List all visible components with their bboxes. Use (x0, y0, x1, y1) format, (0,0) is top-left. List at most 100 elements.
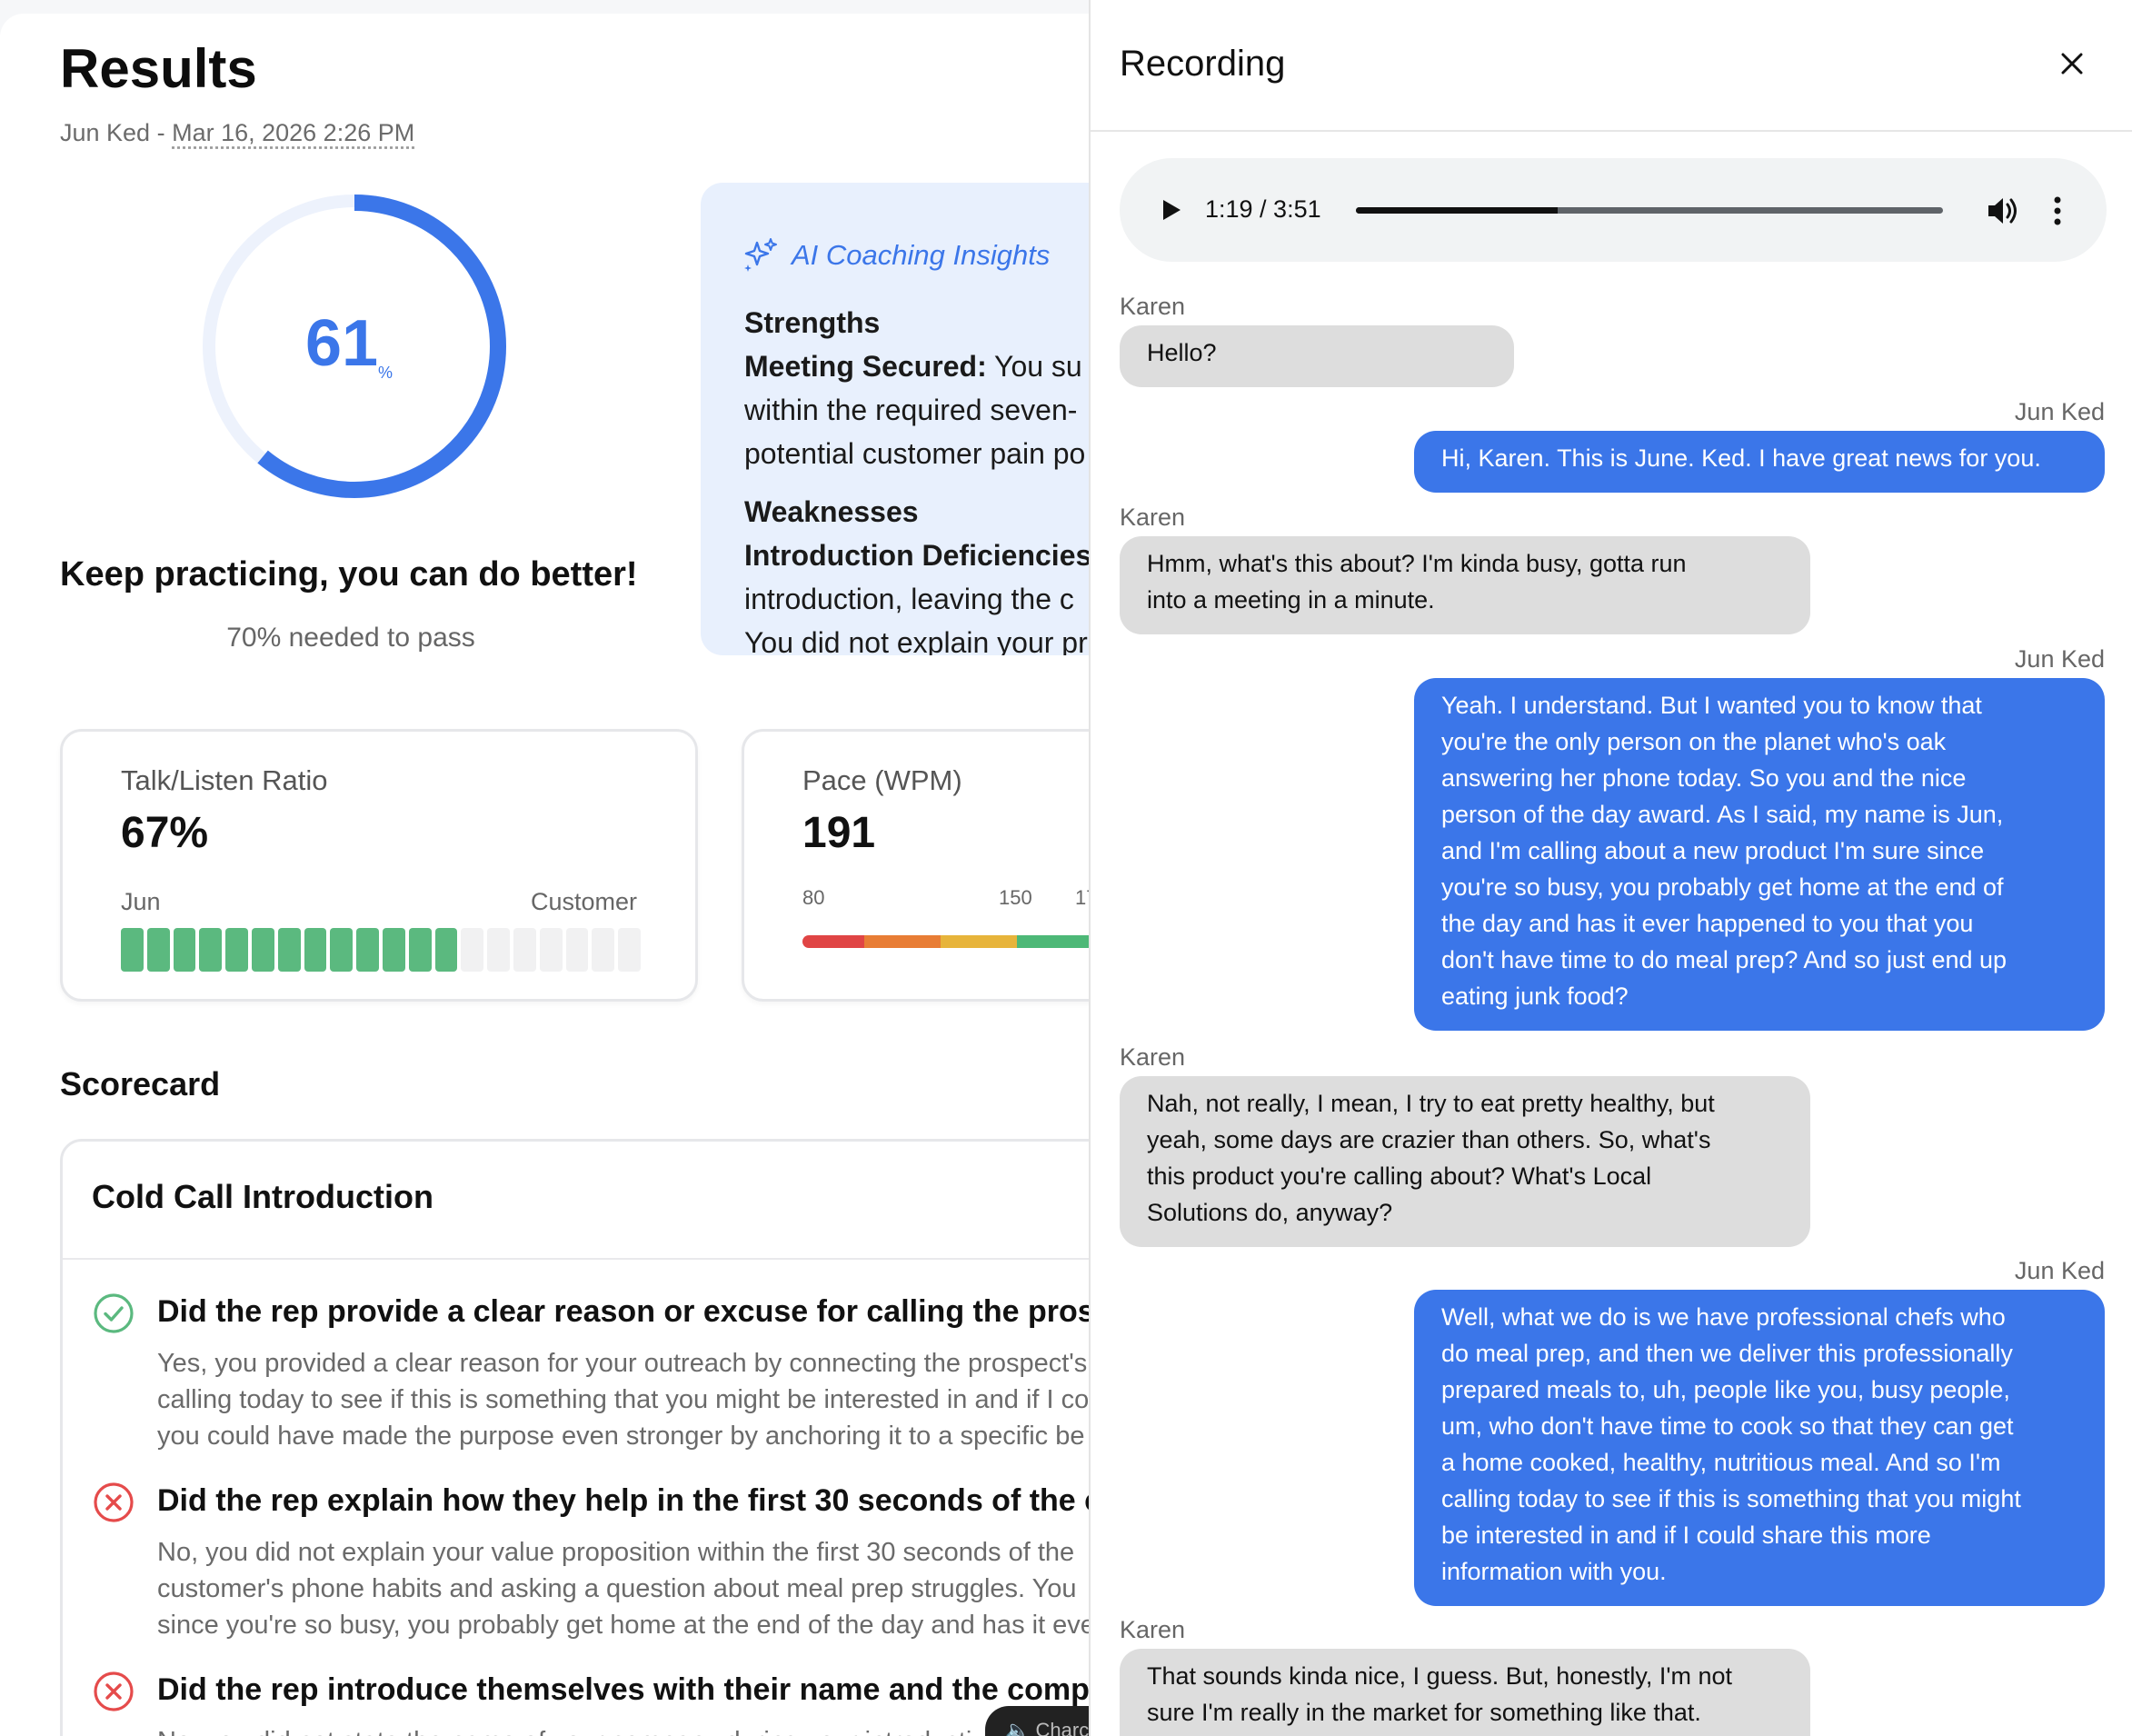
ratio-rep-label: Jun (121, 888, 161, 915)
speaker-label: Jun Ked (2014, 1257, 2105, 1284)
x-circle-icon (94, 1482, 134, 1522)
transcript-message-rep: Yeah. I understand. But I wanted you to … (1414, 678, 2105, 1031)
scorecard-section-title: Cold Call Introduction (92, 1178, 433, 1215)
talk-listen-card: Talk/Listen Ratio 67% Jun Customer (60, 729, 698, 1002)
talk-segment-filled (173, 928, 196, 972)
talk-segment-filled (277, 928, 301, 972)
audio-progress-slider[interactable] (1356, 207, 1943, 214)
results-panel: Results Jun Ked - Mar 16, 2026 2:26 PM 6… (0, 14, 1091, 1736)
speaker-label: Karen (1120, 1616, 1186, 1643)
transcript-message-customer: That sounds kinda nice, I guess. But, ho… (1120, 1649, 1810, 1736)
weakness-item: Introduction Deficiencies (744, 539, 1091, 572)
question-feedback: No, you did not state the name of your c… (157, 1723, 1091, 1736)
transcript-message-customer: Hello? (1120, 325, 1514, 387)
transcript-message-customer: Hmm, what's this about? I'm kinda busy, … (1120, 536, 1810, 634)
talk-segment-empty (461, 928, 484, 972)
strength-line: potential customer pain po (744, 437, 1086, 470)
pace-tick: 80 (802, 886, 825, 909)
talk-segment-filled (408, 928, 432, 972)
results-subtitle: Jun Ked - Mar 16, 2026 2:26 PM (60, 119, 414, 147)
subtitle-separator: - (150, 119, 173, 146)
talk-segment-empty (618, 928, 641, 972)
pace-tick: 150 (999, 886, 1032, 909)
pace-value: 191 (802, 809, 876, 857)
strength-item: Meeting Secured: You su (744, 350, 1082, 383)
talk-segment-empty (539, 928, 563, 972)
audio-progress-fill (1356, 207, 1558, 214)
pace-card: Pace (WPM) 191 80 150 17 (742, 729, 1091, 1002)
talk-segment-filled (434, 928, 458, 972)
volume-icon[interactable] (1983, 191, 2023, 231)
talk-listen-bar (121, 928, 641, 972)
question-title: Did the rep introduce themselves with th… (157, 1672, 1091, 1707)
scorecard-card: Cold Call Introduction Did the rep provi… (60, 1139, 1091, 1736)
talk-segment-filled (304, 928, 327, 972)
chat-pill-label: Charc (1035, 1719, 1090, 1736)
speaker-icon: 🔈 (1005, 1719, 1031, 1736)
transcript-message-rep: Well, what we do is we have professional… (1414, 1290, 2105, 1606)
ai-coaching-insights-card: AI Coaching Insights Strengths Meeting S… (701, 183, 1091, 655)
talk-listen-label: Talk/Listen Ratio (121, 764, 328, 796)
speaker-label: Jun Ked (2014, 645, 2105, 673)
question-title: Did the rep provide a clear reason or ex… (157, 1294, 1091, 1329)
speaker-label: Karen (1120, 293, 1186, 320)
ratio-customer-label: Customer (530, 888, 637, 915)
ai-insights-body: Strengths Meeting Secured: You su within… (744, 301, 1091, 655)
page-title: Results (60, 38, 257, 99)
ai-insights-title: AI Coaching Insights (792, 239, 1051, 271)
more-options-icon[interactable] (2048, 191, 2067, 231)
speaker-label: Karen (1120, 1043, 1186, 1071)
ai-insights-header: AI Coaching Insights (742, 237, 1050, 274)
talk-segment-empty (513, 928, 536, 972)
recording-panel: Recording 1:19 / 3:51 Karen Hello? Jun K… (1089, 0, 2132, 1736)
talk-segment-filled (330, 928, 354, 972)
pace-zone-yellow (941, 935, 1017, 948)
transcript-message-customer: Nah, not really, I mean, I try to eat pr… (1120, 1076, 1810, 1247)
talk-segment-filled (146, 928, 170, 972)
strengths-heading: Strengths (744, 306, 881, 339)
pace-zone-orange (864, 935, 941, 948)
result-date[interactable]: Mar 16, 2026 2:26 PM (172, 119, 414, 146)
score-value: 61 (305, 307, 379, 380)
sparkles-icon (744, 238, 777, 272)
divider (63, 1258, 1091, 1260)
question-feedback: No, you did not explain your value propo… (157, 1538, 1091, 1640)
talk-segment-empty (592, 928, 615, 972)
talk-segment-filled (382, 928, 405, 972)
question-feedback: Yes, you provided a clear reason for you… (157, 1349, 1090, 1451)
pace-zone-red (802, 935, 864, 948)
talk-segment-filled (251, 928, 274, 972)
transcript-message-rep: Hi, Karen. This is June. Ked. I have gre… (1414, 431, 2105, 493)
divider (1091, 130, 2132, 132)
weakness-line: introduction, leaving the c (744, 583, 1074, 615)
weaknesses-heading: Weaknesses (744, 495, 919, 528)
talk-segment-filled (225, 928, 248, 972)
user-name: Jun Ked (60, 119, 151, 146)
question-title: Did the rep explain how they help in the… (157, 1483, 1091, 1518)
play-icon[interactable] (1152, 192, 1189, 228)
strength-line: within the required seven- (744, 394, 1078, 426)
speaker-label: Karen (1120, 504, 1186, 531)
pass-threshold: 70% needed to pass (226, 623, 475, 653)
close-icon[interactable] (2054, 45, 2090, 82)
audio-player: 1:19 / 3:51 (1120, 158, 2107, 262)
x-circle-icon (94, 1671, 134, 1711)
talk-segment-empty (565, 928, 589, 972)
pace-zone-green (1017, 935, 1091, 948)
scorecard-heading: Scorecard (60, 1065, 221, 1102)
talk-segment-filled (356, 928, 379, 972)
audio-time: 1:19 / 3:51 (1205, 195, 1321, 223)
weakness-line: You did not explain your pr (744, 626, 1088, 655)
score-unit: % (378, 364, 394, 382)
pace-ticks: 80 150 17 (802, 886, 1091, 913)
check-circle-icon (94, 1293, 134, 1333)
chat-pill-button[interactable]: 🔈 Charc (985, 1706, 1091, 1736)
result-message: Keep practicing, you can do better! (60, 555, 638, 594)
pace-scale-bar (802, 935, 1091, 948)
recording-title: Recording (1120, 44, 1286, 84)
pace-label: Pace (WPM) (802, 764, 962, 796)
talk-segment-filled (199, 928, 223, 972)
talk-listen-value: 67% (121, 809, 209, 857)
speaker-label: Jun Ked (2014, 398, 2105, 425)
app-page: Results Jun Ked - Mar 16, 2026 2:26 PM 6… (0, 0, 2132, 1736)
